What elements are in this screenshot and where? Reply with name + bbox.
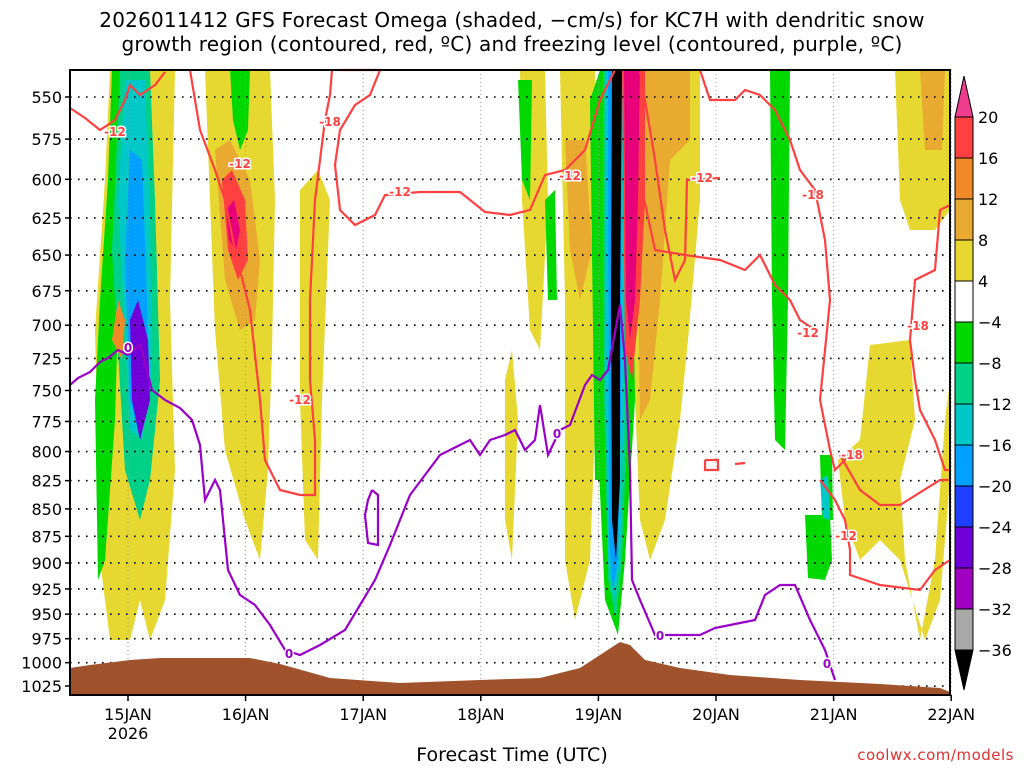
colorbar-label: 12 [978,190,998,209]
terrain-below-ground [70,642,950,695]
omega-time-height-chart: -12 -18 -12 -12 -12 -12 -12 -18 -12 -18 -18 -12 0 0 0 0… [21,68,1012,743]
y-tick-label: 825 [31,472,62,491]
dgz-contour-label: -12 [289,393,311,407]
colorbar-label: −36 [978,641,1012,660]
x-tick-label: 22JAN [927,705,975,724]
dgz-contour-label: -12 [691,171,713,185]
freezing-level-label: 0 [553,427,561,441]
colorbar-bin [954,280,974,323]
colorbar-label: −12 [978,395,1012,414]
y-tick-label: 750 [31,381,62,400]
colorbar-label: −24 [978,518,1012,537]
colorbar-label: 4 [978,272,988,291]
colorbar-bin [954,485,974,528]
dgz-contour-label: -12 [559,169,581,183]
colorbar-bin [954,403,974,446]
colorbar-label: 16 [978,149,998,168]
colorbar-bin [954,198,974,241]
colorbar-label: −8 [978,354,1002,373]
y-tick-label: 975 [31,630,62,649]
dgz-contour-line [908,204,951,472]
dgz-contour-label: -18 [319,115,341,129]
colorbar-label: −16 [978,436,1012,455]
dgz-contour-label: -12 [835,529,857,543]
dgz-contour-label: -12 [229,157,251,171]
y-tick-label: 800 [31,443,62,462]
freezing-level-contour [363,489,380,547]
colorbar-bin [954,157,974,200]
colorbar-label: 20 [978,108,998,127]
colorbar-label: −20 [978,477,1012,496]
y-tick-label: 925 [31,580,62,599]
dgz-contour-label: -18 [802,188,824,202]
colorbar-label: −4 [978,313,1002,332]
y-tick-label: 550 [31,88,62,107]
omega-shading-region [518,80,532,200]
freezing-level-label: 0 [823,657,831,671]
omega-shading-region [770,70,790,450]
x-tick-year-label: 2026 [108,724,149,743]
y-tick-label: 850 [31,500,62,519]
colorbar-bin [954,444,974,487]
dgz-contour-line [734,461,746,466]
y-tick-label: 625 [31,209,62,228]
omega-shading-region [505,350,518,560]
colorbar-max-arrow [954,75,974,118]
y-tick-label: 575 [31,130,62,149]
x-tick-label: 17JAN [339,705,387,724]
colorbar-bin [954,321,974,364]
freezing-level-label: 0 [124,341,132,355]
dgz-contour-label: -18 [907,319,929,333]
y-tick-label: 725 [31,349,62,368]
colorbar-label: 8 [978,231,988,250]
x-tick-label: 21JAN [810,705,858,724]
y-tick-label: 600 [31,170,62,189]
x-tick-label: 20JAN [692,705,740,724]
y-tick-label: 775 [31,412,62,431]
y-tick-label: 900 [31,554,62,573]
dgz-contour-label: -12 [389,185,411,199]
y-tick-label: 650 [31,246,62,265]
dgz-contour-label: -18 [841,448,863,462]
x-tick-label: 18JAN [457,705,505,724]
colorbar-bin [954,116,974,159]
x-tick-label: 15JAN [104,705,152,724]
y-tick-label: 675 [31,282,62,301]
y-tick-label: 950 [31,605,62,624]
watermark: coolwx.com/models [857,746,1014,764]
omega-shading-region [805,515,832,580]
x-tick-label: 19JAN [575,705,623,724]
dgz-contour-label: -12 [104,125,126,139]
y-tick-label: 700 [31,316,62,335]
colorbar-bin [954,239,974,282]
colorbar-label: −28 [978,559,1012,578]
colorbar-label: −32 [978,600,1012,619]
omega-shading-region [838,340,950,640]
omega-shading-region [300,170,330,560]
dgz-contour-label: -12 [797,326,819,340]
dgz-contour-line [703,458,720,472]
omega-shading-region [545,190,557,300]
x-tick-label: 16JAN [222,705,270,724]
y-tick-label: 875 [31,527,62,546]
colorbar-bin [954,608,974,651]
colorbar-bin [954,526,974,569]
freezing-level-label: 0 [656,629,664,643]
colorbar-bin [954,362,974,405]
freezing-level-contour [69,304,837,681]
y-tick-label: 1025 [21,677,62,696]
y-tick-label: 1000 [21,654,62,673]
colorbar-bin [954,567,974,610]
colorbar-min-arrow [954,649,974,691]
freezing-level-label: 0 [285,647,293,661]
